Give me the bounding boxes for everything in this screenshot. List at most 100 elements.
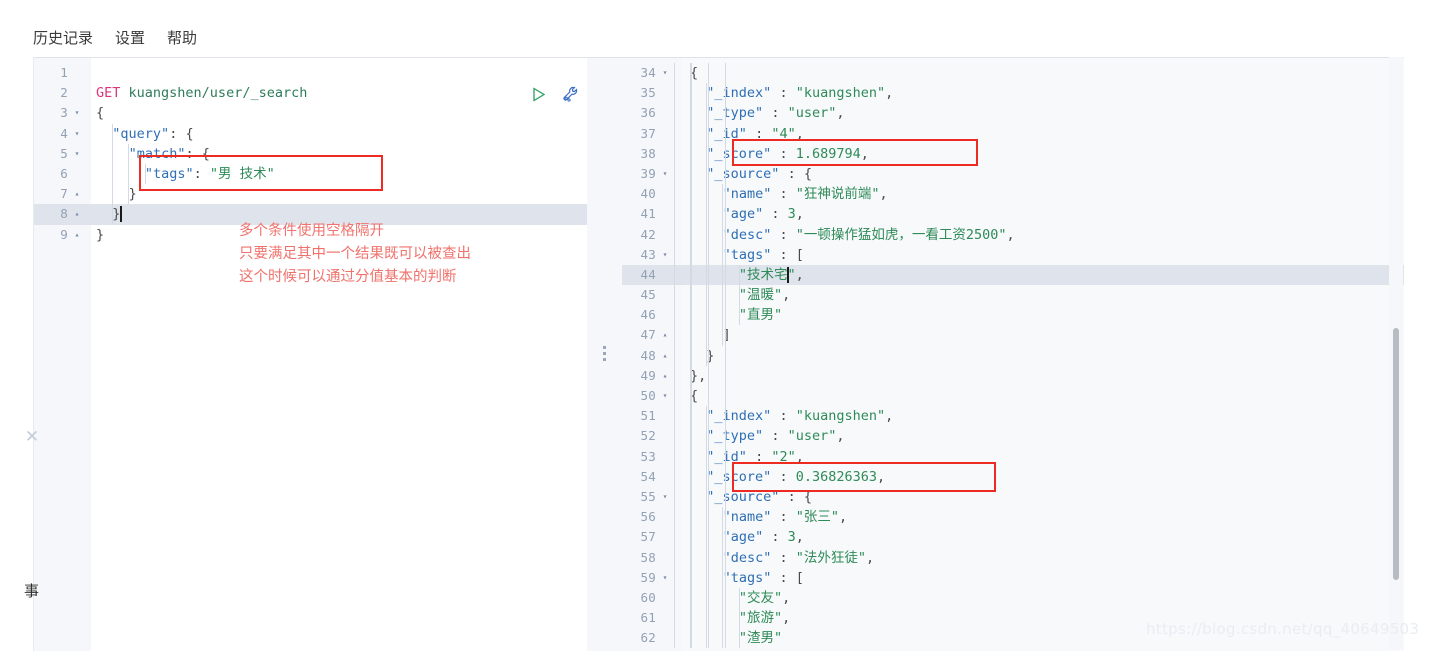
code-line[interactable]: 52 "_type" : "user", [622,426,1404,447]
code-line[interactable]: 45 "温暖", [622,285,1404,306]
code-line[interactable]: 48 ▴ } [622,345,1404,366]
response-code-area[interactable]: 34 ▾{35 "_index" : "kuangshen", 36 "_type"… [622,63,1404,649]
indent-guide [708,204,709,225]
splitter-drag-handle[interactable] [603,346,606,361]
indent-guide [708,305,709,326]
indent-guide [725,83,726,104]
watermark-text: https://blog.csdn.net/qq_40649503 [1146,620,1420,638]
line-number: 35 [640,85,656,101]
line-number: 46 [640,307,656,323]
indent-guide [691,325,692,346]
fold-toggle-icon[interactable]: ▴ [71,225,83,245]
code-line[interactable]: 36 "_type" : "user", [622,103,1404,124]
indent-guide [725,224,726,245]
indent-guide [691,143,692,164]
fold-toggle-icon[interactable]: ▾ [659,164,671,184]
menu-item-help[interactable]: 帮助 [167,28,197,48]
fold-toggle-icon[interactable]: ▾ [659,568,671,588]
code-line[interactable]: 35 "_index" : "kuangshen", [622,83,1404,104]
fold-toggle-icon[interactable]: ▴ [659,346,671,366]
indent-guide [691,264,692,286]
vertical-scrollbar-track[interactable] [1389,57,1403,650]
indent-guide [725,386,726,407]
code-line[interactable]: 37 "_id" : "4", [622,123,1404,144]
menu-item-settings[interactable]: 设置 [115,28,145,48]
indent-guide [691,527,692,548]
code-text: "_index" : "kuangshen", [706,408,894,425]
code-line[interactable]: 1 [34,63,587,83]
fold-toggle-icon[interactable]: ▴ [659,366,671,386]
code-line[interactable]: 54 "_score" : 0.36826363, [622,466,1404,487]
pane-splitter[interactable] [587,58,623,651]
request-editor-pane[interactable]: 1 2 GET kuangshen/user/_search 3 ▾{4 ▾ "query… [34,58,587,651]
code-line[interactable]: 60 "交友", [622,587,1404,609]
code-line[interactable]: 58 "desc" : "法外狂徒", [622,547,1404,568]
code-line[interactable]: 50 ▾{ [622,386,1404,407]
line-number: 50 [640,388,656,403]
code-text: "_type" : "user", [706,105,845,122]
code-line[interactable]: 34 ▾{ [622,63,1404,84]
code-line[interactable]: 5 ▾ "match": { [34,143,587,164]
code-line[interactable]: 41 "age" : 3, [622,204,1404,225]
line-number: 54 [640,468,656,484]
play-icon[interactable] [529,85,548,104]
indent-guide [112,143,114,164]
close-icon[interactable]: ✕ [24,429,40,446]
code-line[interactable]: 40 "name" : "狂神说前端", [622,184,1404,205]
indent-guide [722,527,724,548]
code-line[interactable]: 7 ▴ } [34,184,587,205]
fold-toggle-icon[interactable]: ▴ [659,325,671,345]
fold-toggle-icon[interactable]: ▾ [71,124,83,144]
code-line[interactable]: 53 "_id" : "2", [622,446,1404,467]
indent-guide [722,264,724,286]
code-line[interactable]: 56 "name" : "张三", [622,507,1404,528]
vertical-scrollbar-thumb[interactable] [1393,328,1399,580]
indent-guide [112,123,114,144]
line-number: 61 [640,610,656,626]
line-number: 62 [640,630,656,646]
code-line[interactable]: 3 ▾ { [34,103,587,123]
indent-guide [674,365,675,386]
code-line[interactable]: 55 ▾ "_source" : { [622,486,1404,508]
fold-toggle-icon[interactable]: ▾ [659,386,671,406]
code-line[interactable]: 42 "desc" : "一顿操作猛如虎，一看工资2500", [622,224,1404,245]
line-number: 36 [640,105,656,121]
code-line[interactable]: 39 ▾ "_source" : { [622,163,1404,185]
indent-guide [708,386,709,407]
code-line[interactable]: 43 ▾ "tags" : [ [622,244,1404,265]
code-line[interactable]: 44 "技术宅", [622,264,1404,286]
request-code-area[interactable]: 1 2 GET kuangshen/user/_search 3 ▾{4 ▾ "query… [34,63,587,245]
fold-toggle-icon[interactable]: ▾ [659,63,671,83]
code-line[interactable]: 49 ▴}, [622,365,1404,386]
indent-guide [691,446,692,467]
fold-toggle-icon[interactable]: ▾ [659,487,671,507]
indent-guide [708,244,709,265]
code-line[interactable]: 46 "直男" [622,305,1404,326]
indent-guide [674,486,675,508]
menu-item-history[interactable]: 历史记录 [33,28,93,48]
code-line[interactable]: 4 ▾ "query": { [34,123,587,144]
code-line[interactable]: 2 GET kuangshen/user/_search [34,83,587,103]
fold-toggle-icon[interactable]: ▴ [71,204,83,224]
annotation-note-3: 这个时候可以通过分值基本的判断 [239,269,457,285]
code-line[interactable]: 38 "_score" : 1.689794, [622,143,1404,164]
fold-toggle-icon[interactable]: ▴ [71,184,83,204]
indent-guide [674,325,675,346]
fold-toggle-icon[interactable]: ▾ [71,103,83,123]
indent-guide [691,123,692,144]
code-line[interactable]: 59 ▾ "tags" : [ [622,567,1404,588]
fold-toggle-icon[interactable]: ▾ [659,245,671,265]
code-line[interactable]: 47 ▴ ] [622,325,1404,346]
indent-guide [738,285,740,306]
code-line[interactable]: 51 "_index" : "kuangshen", [622,406,1404,427]
indent-guide [674,527,675,548]
indent-guide [725,507,726,528]
indent-guide [725,305,726,326]
wrench-icon[interactable] [561,85,580,104]
indent-guide [691,63,692,84]
fold-toggle-icon[interactable]: ▾ [71,144,83,164]
code-line[interactable]: 57 "age" : 3, [622,527,1404,548]
code-line[interactable]: 6 "tags": "男 技术" [34,163,587,185]
response-viewer-pane[interactable]: 34 ▾{35 "_index" : "kuangshen", 36 "_type"… [622,58,1404,651]
indent-guide [725,446,726,467]
